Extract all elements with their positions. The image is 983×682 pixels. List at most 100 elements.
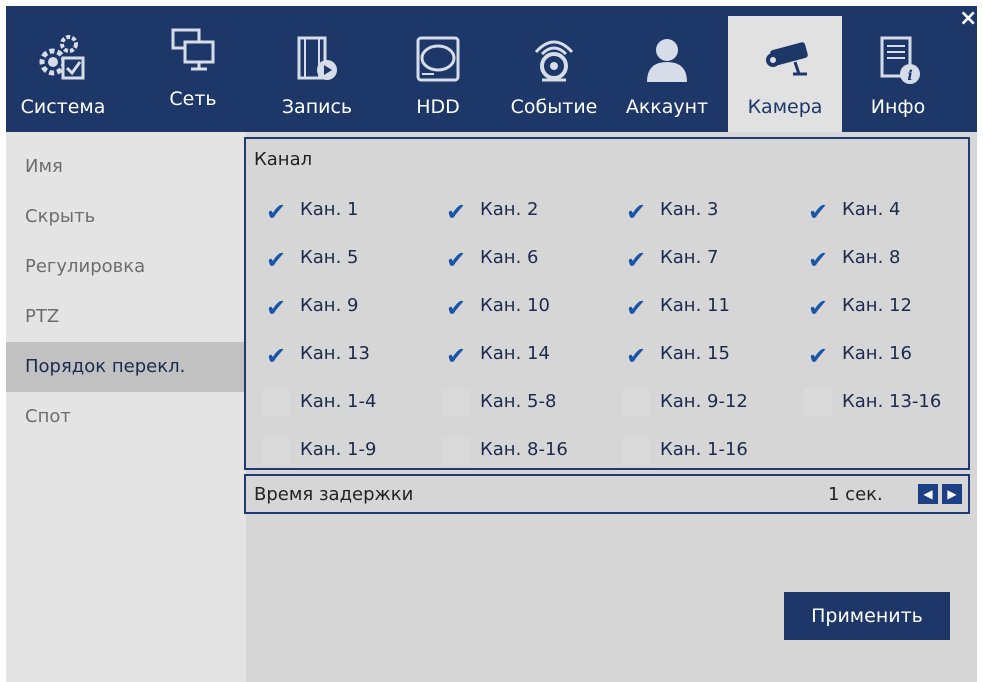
checkbox-box[interactable]: ✔ (622, 293, 650, 321)
checkmark-icon: ✔ (807, 198, 829, 226)
sidebar-item-spot[interactable]: Спот (6, 392, 246, 442)
checkbox-box[interactable] (442, 437, 470, 465)
tab-event[interactable]: Событие (502, 16, 606, 132)
tab-system-label: Система (20, 96, 106, 118)
checkmark-icon: ✔ (445, 246, 467, 274)
checkbox-box[interactable]: ✔ (622, 245, 650, 273)
checkbox-box[interactable] (622, 389, 650, 417)
tab-network[interactable]: Сеть (148, 16, 238, 132)
checkbox-box[interactable]: ✔ (262, 341, 290, 369)
top-menu-bar: Система Сеть Запись HDD Событие Аккаунт … (6, 6, 977, 132)
tab-hdd[interactable]: HDD (398, 16, 478, 132)
channel-checkbox-label: Кан. 10 (480, 295, 550, 316)
channel-checkbox-label: Кан. 1-4 (300, 391, 377, 412)
close-icon[interactable]: × (959, 8, 977, 30)
channel-checkbox-label: Кан. 14 (480, 343, 550, 364)
channel-checkbox-label: Кан. 8 (842, 247, 901, 268)
checkbox-box[interactable] (262, 437, 290, 465)
checkmark-icon: ✔ (265, 246, 287, 274)
channel-checkbox-label: Кан. 1-9 (300, 439, 377, 460)
checkbox-box[interactable]: ✔ (804, 245, 832, 273)
tab-account[interactable]: Аккаунт (618, 16, 716, 132)
tab-account-label: Аккаунт (625, 96, 709, 118)
tab-info-label: Инфо (870, 96, 926, 118)
alarm-event-icon (534, 40, 574, 82)
checkbox-box[interactable]: ✔ (442, 197, 470, 225)
channel-section: Канал ✔ Кан. 1 ✔ Кан. 2 ✔ Кан. 3 ✔ Кан. 4 ✔ Кан. … (244, 137, 970, 470)
checkbox-box[interactable]: ✔ (804, 197, 832, 225)
channel-checkbox-label: Кан. 13-16 (842, 391, 942, 412)
channel-checkbox-label: Кан. 4 (842, 199, 901, 220)
checkbox-box[interactable] (804, 389, 832, 417)
tab-system[interactable]: Система (6, 16, 120, 132)
channel-checkbox-label: Кан. 1 (300, 199, 359, 220)
tab-record[interactable]: Запись (268, 16, 366, 132)
checkbox-box[interactable]: ✔ (804, 293, 832, 321)
checkmark-icon: ✔ (625, 198, 647, 226)
channel-checkbox-label: Кан. 8-16 (480, 439, 568, 460)
channel-checkbox-label: Кан. 1-16 (660, 439, 748, 460)
checkbox-box[interactable]: ✔ (262, 293, 290, 321)
checkmark-icon: ✔ (265, 198, 287, 226)
channel-checkbox-label: Кан. 15 (660, 343, 730, 364)
delay-value: 1 сек. (828, 484, 883, 505)
checkbox-box[interactable]: ✔ (262, 197, 290, 225)
channel-checkbox-label: Кан. 13 (300, 343, 370, 364)
delay-label: Время задержки (254, 484, 414, 505)
delay-prev-button[interactable]: ◀ (918, 484, 938, 504)
channel-checkbox-label: Кан. 2 (480, 199, 539, 220)
svg-text:i: i (907, 68, 912, 84)
channel-checkbox-label: Кан. 3 (660, 199, 719, 220)
channel-checkbox-label: Кан. 5-8 (480, 391, 557, 412)
checkbox-box[interactable] (622, 437, 650, 465)
checkbox-box[interactable]: ✔ (804, 341, 832, 369)
hard-drive-icon (416, 36, 460, 82)
apply-button[interactable]: Применить (784, 592, 950, 640)
sidebar-item-adjustment[interactable]: Регулировка (6, 242, 246, 292)
sidebar: Имя Скрыть Регулировка PTZ Порядок перек… (6, 132, 246, 682)
checkmark-icon: ✔ (625, 342, 647, 370)
channel-checkbox-label: Кан. 5 (300, 247, 359, 268)
sidebar-item-sequence[interactable]: Порядок перекл. (6, 342, 246, 392)
tab-info[interactable]: i Инфо (848, 16, 948, 132)
sidebar-item-ptz[interactable]: PTZ (6, 292, 246, 342)
checkmark-icon: ✔ (265, 294, 287, 322)
channel-section-title: Канал (254, 149, 313, 170)
channel-checkbox-label: Кан. 9-12 (660, 391, 748, 412)
camera-icon (766, 42, 808, 76)
channel-checkbox-label: Кан. 9 (300, 295, 359, 316)
checkbox-box[interactable]: ✔ (622, 341, 650, 369)
channel-checkbox-label: Кан. 6 (480, 247, 539, 268)
gear-check-icon (39, 35, 85, 80)
user-icon (647, 39, 687, 82)
sidebar-item-name[interactable]: Имя (6, 142, 246, 192)
channel-checkbox-label: Кан. 12 (842, 295, 912, 316)
channel-checkbox-label: Кан. 7 (660, 247, 719, 268)
tab-camera-label: Камера (747, 96, 823, 118)
checkbox-box[interactable] (262, 389, 290, 417)
checkbox-box[interactable]: ✔ (442, 293, 470, 321)
checkbox-box[interactable]: ✔ (442, 341, 470, 369)
checkbox-box[interactable]: ✔ (262, 245, 290, 273)
sidebar-item-hide[interactable]: Скрыть (6, 192, 246, 242)
delay-row: Время задержки 1 сек. ◀ ▶ (244, 474, 970, 514)
delay-next-button[interactable]: ▶ (942, 484, 962, 504)
tab-camera[interactable]: Камера (728, 16, 842, 132)
checkbox-box[interactable]: ✔ (622, 197, 650, 225)
checkmark-icon: ✔ (265, 342, 287, 370)
checkmark-icon: ✔ (445, 342, 467, 370)
document-info-icon: i (880, 36, 920, 84)
checkmark-icon: ✔ (807, 342, 829, 370)
channel-checkbox-label: Кан. 16 (842, 343, 912, 364)
tab-event-label: Событие (510, 96, 598, 118)
channel-checkbox-label: Кан. 11 (660, 295, 730, 316)
film-play-icon (297, 36, 337, 80)
checkmark-icon: ✔ (625, 294, 647, 322)
checkmark-icon: ✔ (445, 294, 467, 322)
tab-record-label: Запись (281, 96, 353, 118)
checkmark-icon: ✔ (625, 246, 647, 274)
checkmark-icon: ✔ (807, 294, 829, 322)
checkbox-box[interactable] (442, 389, 470, 417)
checkmark-icon: ✔ (807, 246, 829, 274)
checkbox-box[interactable]: ✔ (442, 245, 470, 273)
